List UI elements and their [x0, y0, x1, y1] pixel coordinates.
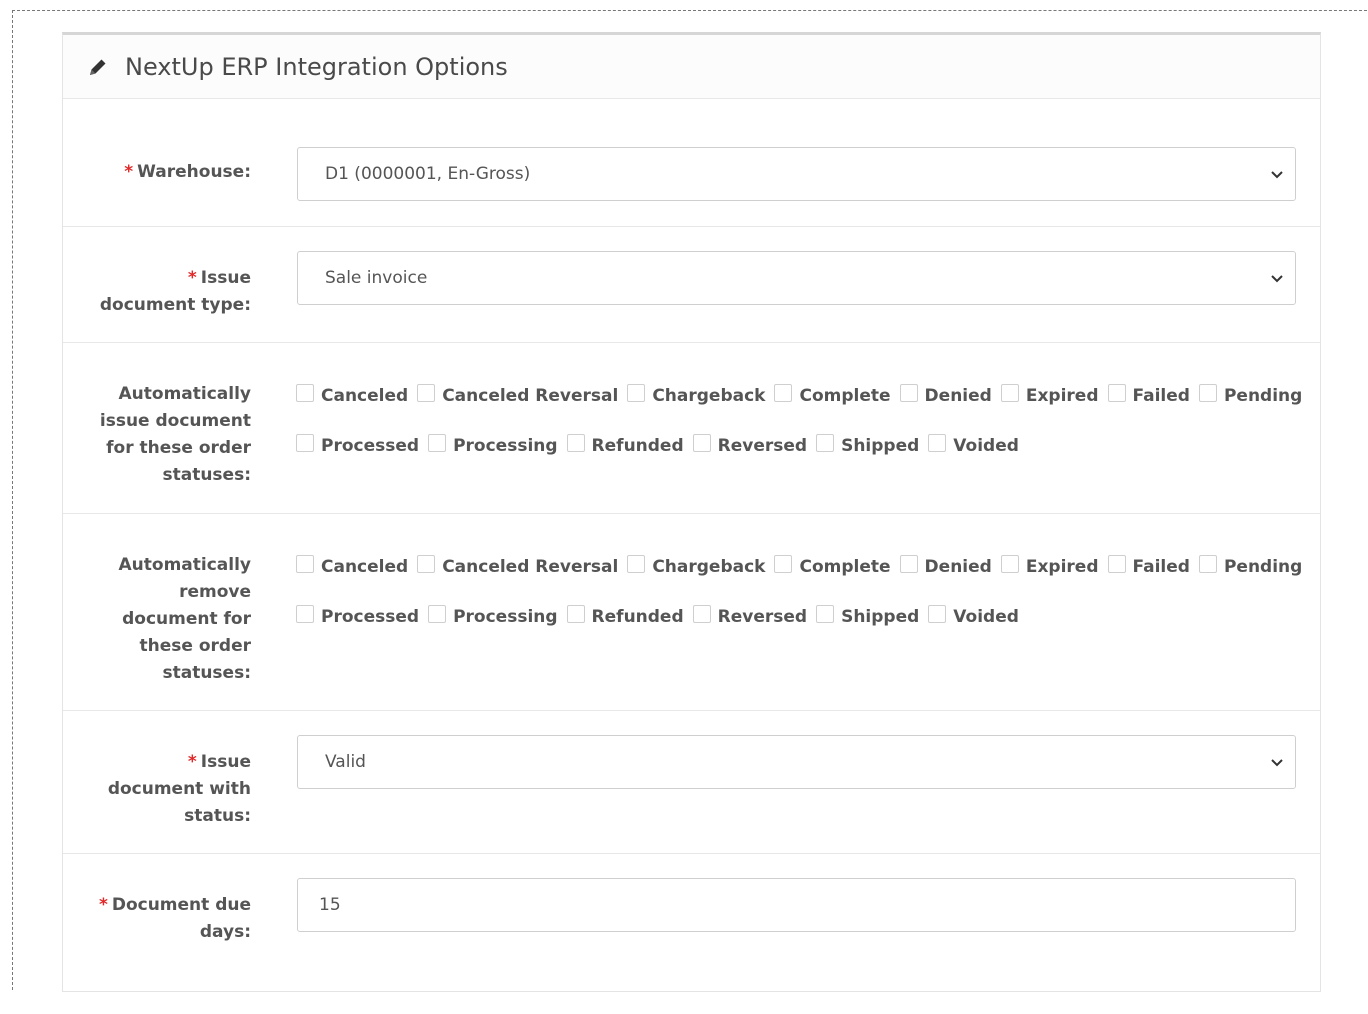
checkbox-box[interactable]: [627, 555, 646, 573]
checkbox-box[interactable]: [296, 605, 314, 623]
required-mark: *: [98, 895, 108, 915]
checkbox-failed[interactable]: Failed: [1107, 555, 1190, 577]
checkbox-box[interactable]: [417, 555, 436, 573]
checkbox-processing[interactable]: Processing: [428, 434, 558, 456]
checkbox-voided[interactable]: Voided: [928, 605, 1019, 627]
checkbox-box[interactable]: [1107, 384, 1126, 402]
issue-document-type-select[interactable]: Sale invoice: [297, 251, 1296, 305]
auto-issue-checkbox-row-1: Canceled Canceled Reversal Chargeback Co…: [296, 381, 1311, 411]
checkbox-reversed[interactable]: Reversed: [692, 434, 807, 456]
checkbox-voided[interactable]: Voided: [928, 434, 1019, 456]
checkbox-complete[interactable]: Complete: [774, 384, 891, 406]
checkbox-box[interactable]: [1198, 384, 1217, 402]
required-mark: *: [187, 268, 197, 288]
chevron-down-icon: [1269, 270, 1285, 286]
checkbox-complete[interactable]: Complete: [774, 555, 891, 577]
checkbox-box[interactable]: [1000, 555, 1019, 573]
integration-options-panel: NextUp ERP Integration Options * Warehous…: [62, 32, 1321, 992]
checkbox-box[interactable]: [296, 384, 314, 402]
checkbox-processed[interactable]: Processed: [296, 605, 419, 627]
checkbox-failed[interactable]: Failed: [1107, 384, 1190, 406]
checkbox-box[interactable]: [566, 605, 585, 623]
checkbox-expired[interactable]: Expired: [1000, 555, 1099, 577]
checkbox-denied[interactable]: Denied: [899, 555, 992, 577]
warehouse-select[interactable]: D1 (0000001, En-Gross): [297, 147, 1296, 201]
checkbox-denied[interactable]: Denied: [899, 384, 992, 406]
checkbox-box[interactable]: [816, 605, 835, 623]
checkbox-canceled-reversal[interactable]: Canceled Reversal: [417, 555, 618, 577]
checkbox-reversed[interactable]: Reversed: [692, 605, 807, 627]
checkbox-box[interactable]: [428, 605, 447, 623]
checkbox-canceled[interactable]: Canceled: [296, 384, 408, 406]
checkbox-expired[interactable]: Expired: [1000, 384, 1099, 406]
checkbox-box[interactable]: [774, 384, 793, 402]
chevron-down-icon: [1269, 754, 1285, 770]
checkbox-box[interactable]: [928, 605, 947, 623]
checkbox-box[interactable]: [928, 434, 947, 452]
warehouse-select-value: D1 (0000001, En-Gross): [325, 164, 531, 184]
required-mark: *: [187, 752, 197, 772]
checkbox-box[interactable]: [1000, 384, 1019, 402]
panel-title: NextUp ERP Integration Options: [125, 52, 508, 81]
checkbox-box[interactable]: [566, 434, 585, 452]
checkbox-refunded[interactable]: Refunded: [566, 434, 684, 456]
checkbox-chargeback[interactable]: Chargeback: [627, 555, 765, 577]
due-days-label: * Document due days:: [98, 895, 251, 942]
checkbox-box[interactable]: [692, 605, 711, 623]
checkbox-box[interactable]: [627, 384, 646, 402]
checkbox-box[interactable]: [899, 555, 918, 573]
checkbox-pending[interactable]: Pending: [1198, 384, 1302, 406]
checkbox-shipped[interactable]: Shipped: [816, 434, 919, 456]
auto-remove-statuses-row: Automatically remove document for these …: [63, 514, 1320, 711]
checkbox-box[interactable]: [1107, 555, 1126, 573]
due-days-input[interactable]: 15: [297, 878, 1296, 932]
checkbox-box[interactable]: [417, 384, 436, 402]
due-days-row: * Document due days: 15: [63, 854, 1320, 1014]
checkbox-chargeback[interactable]: Chargeback: [627, 384, 765, 406]
checkbox-processed[interactable]: Processed: [296, 434, 419, 456]
auto-issue-statuses-row: Automatically issue document for these o…: [63, 343, 1320, 514]
checkbox-canceled[interactable]: Canceled: [296, 555, 408, 577]
checkbox-pending[interactable]: Pending: [1198, 555, 1302, 577]
checkbox-shipped[interactable]: Shipped: [816, 605, 919, 627]
checkbox-box[interactable]: [816, 434, 835, 452]
auto-issue-label: Automatically issue document for these o…: [99, 384, 251, 485]
checkbox-processing[interactable]: Processing: [428, 605, 558, 627]
due-days-value: 15: [319, 895, 341, 915]
auto-remove-label: Automatically remove document for these …: [118, 555, 252, 683]
auto-remove-checkbox-row-1: Canceled Canceled Reversal Chargeback Co…: [296, 552, 1311, 582]
auto-issue-checkbox-row-2: Processed Processing Refunded Reversed S…: [296, 431, 1028, 461]
chevron-down-icon: [1269, 166, 1285, 182]
warehouse-row: * Warehouse: D1 (0000001, En-Gross): [63, 99, 1320, 227]
checkbox-box[interactable]: [296, 434, 314, 452]
panel-heading: NextUp ERP Integration Options: [63, 35, 1320, 99]
checkbox-box[interactable]: [1198, 555, 1217, 573]
issue-status-value: Valid: [325, 752, 366, 772]
issue-status-row: * Issue document with status: Valid: [63, 711, 1320, 854]
checkbox-box[interactable]: [428, 434, 447, 452]
issue-status-select[interactable]: Valid: [297, 735, 1296, 789]
issue-document-type-row: * Issue document type: Sale invoice: [63, 227, 1320, 343]
required-mark: *: [124, 162, 134, 182]
checkbox-box[interactable]: [692, 434, 711, 452]
issue-document-type-value: Sale invoice: [325, 268, 428, 288]
issue-status-label: * Issue document with status:: [107, 752, 251, 826]
checkbox-canceled-reversal[interactable]: Canceled Reversal: [417, 384, 618, 406]
checkbox-box[interactable]: [296, 555, 314, 573]
checkbox-box[interactable]: [774, 555, 793, 573]
checkbox-box[interactable]: [899, 384, 918, 402]
auto-remove-checkbox-row-2: Processed Processing Refunded Reversed S…: [296, 602, 1028, 632]
pencil-icon: [87, 56, 109, 78]
warehouse-label: * Warehouse:: [124, 162, 251, 182]
checkbox-refunded[interactable]: Refunded: [566, 605, 684, 627]
issue-document-type-label: * Issue document type:: [99, 268, 251, 315]
